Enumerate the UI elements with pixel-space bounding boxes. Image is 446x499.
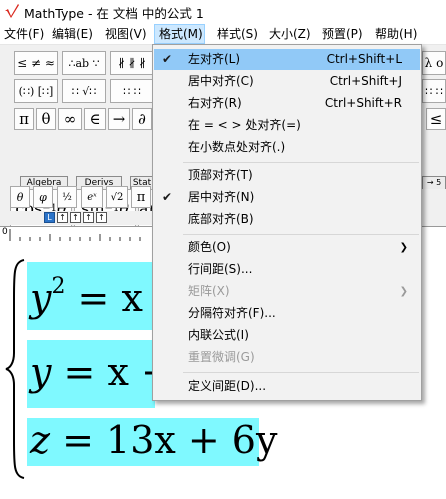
theta-template-button[interactable]: θ: [10, 186, 30, 208]
menu-color[interactable]: 颜色(O) ❯: [154, 237, 420, 258]
checkmark-icon: ✔: [162, 190, 173, 204]
eq1-lhs: y: [30, 276, 52, 320]
menu-inline-equation[interactable]: 内联公式(I): [154, 325, 420, 346]
chevron-right-icon: ❯: [399, 242, 408, 253]
menu-align-top[interactable]: 顶部对齐(T): [154, 165, 420, 186]
mathtype-logo-icon: [5, 4, 19, 18]
sqrt2-template-button[interactable]: √2: [106, 186, 128, 208]
infinity-symbol-button[interactable]: ∞: [58, 108, 82, 130]
eq1-rhs: = x: [65, 276, 143, 320]
chevron-right-icon: ❯: [399, 286, 408, 297]
greek-palette-button[interactable]: λ ο: [422, 51, 446, 75]
checkmark-icon: ✔: [162, 52, 173, 66]
menu-reset-nudge: 重置微调(G): [188, 350, 255, 364]
eq2-lhs: y: [30, 350, 52, 394]
element-of-symbol-button[interactable]: ∈: [84, 108, 106, 130]
menu-define-spacing[interactable]: 定义间距(D)...: [154, 376, 420, 397]
menu-separator: [183, 372, 419, 373]
tab-more[interactable]: → 5: [422, 176, 446, 189]
menu-matrix: 矩阵(X) ❯: [154, 281, 420, 302]
menu-align-left[interactable]: ✔ 左对齐(L) Ctrl+Shift+L: [154, 49, 420, 70]
menu-file[interactable]: 文件(F): [0, 24, 48, 44]
eq1-exponent: 2: [51, 274, 66, 300]
menu-separator: [183, 234, 419, 235]
relations-palette-button[interactable]: ≤ ≠ ≈: [14, 51, 58, 75]
window-title: MathType - 在 文档 中的公式 1: [24, 6, 204, 21]
scripts-palette-button[interactable]: ∷ ∷: [110, 79, 154, 103]
menu-separator: [183, 162, 419, 163]
tab-stop-center-button[interactable]: ↑: [57, 212, 68, 223]
menu-align-at-relation[interactable]: 在 = < > 处对齐(=): [154, 115, 420, 136]
menu-preferences[interactable]: 预置(P): [318, 24, 367, 44]
exp-template-button[interactable]: eˣ: [81, 186, 103, 208]
partial-symbol-button[interactable]: ∂: [132, 108, 152, 130]
half-template-button[interactable]: ½: [57, 186, 77, 208]
menu-align-center[interactable]: 居中对齐(C) Ctrl+Shift+J: [154, 71, 420, 92]
embellishments-palette-button[interactable]: ∦ ∦ ∦: [110, 51, 154, 75]
theta-symbol-button[interactable]: θ: [36, 108, 56, 130]
pi-symbol-button[interactable]: π: [14, 108, 34, 130]
arrow-symbol-button[interactable]: →: [108, 108, 130, 130]
ruler-zero-label: 0: [2, 227, 8, 237]
tab-stop-left-button[interactable]: L: [44, 212, 55, 223]
matrices-palette-button[interactable]: ∷ ∷: [422, 79, 446, 103]
fences-palette-button[interactable]: (∷) [∷]: [14, 79, 58, 103]
menu-align-middle[interactable]: ✔ 居中对齐(N): [154, 187, 420, 208]
menu-size[interactable]: 大小(Z): [265, 24, 315, 44]
eq3-rhs: = 13x + 6y: [50, 418, 278, 462]
title-bar: MathType - 在 文档 中的公式 1: [0, 0, 446, 22]
equation-line-1: y2 = x: [30, 274, 143, 320]
menu-separator-align[interactable]: 分隔符对齐(F)...: [154, 303, 420, 324]
menu-line-spacing[interactable]: 行间距(S)...: [154, 259, 420, 280]
phi-template-button[interactable]: φ: [33, 186, 53, 208]
eq3-lhs: z: [30, 418, 51, 462]
pi-template-button[interactable]: π: [131, 186, 151, 208]
menu-align-at-decimal[interactable]: 在小数点处对齐(.): [154, 137, 420, 158]
equation-line-3: z = 13x + 6y: [30, 418, 277, 462]
menu-view[interactable]: 视图(V): [101, 24, 151, 44]
spaces-palette-button[interactable]: ∴ab ∵: [62, 51, 106, 75]
less-equal-symbol-button[interactable]: ≤: [426, 108, 446, 130]
tab-stop-relation-button[interactable]: ↑: [83, 212, 94, 223]
menu-bar: 文件(F) 编辑(E) 视图(V) 格式(M) 样式(S) 大小(Z) 预置(P…: [0, 24, 446, 45]
menu-help[interactable]: 帮助(H): [371, 24, 421, 44]
format-menu-dropdown: ✔ 左对齐(L) Ctrl+Shift+L 居中对齐(C) Ctrl+Shift…: [152, 44, 422, 401]
menu-align-bottom[interactable]: 底部对齐(B): [154, 209, 420, 230]
tab-stop-decimal-button[interactable]: ↑: [96, 212, 107, 223]
fractions-palette-button[interactable]: ∷ √∷: [62, 79, 106, 103]
menu-edit[interactable]: 编辑(E): [48, 24, 97, 44]
menu-style[interactable]: 样式(S): [213, 24, 262, 44]
menu-format[interactable]: 格式(M): [154, 24, 205, 44]
left-brace: [5, 259, 25, 479]
menu-align-right[interactable]: 右对齐(R) Ctrl+Shift+R: [154, 93, 420, 114]
tab-stop-right-button[interactable]: ↑: [70, 212, 81, 223]
